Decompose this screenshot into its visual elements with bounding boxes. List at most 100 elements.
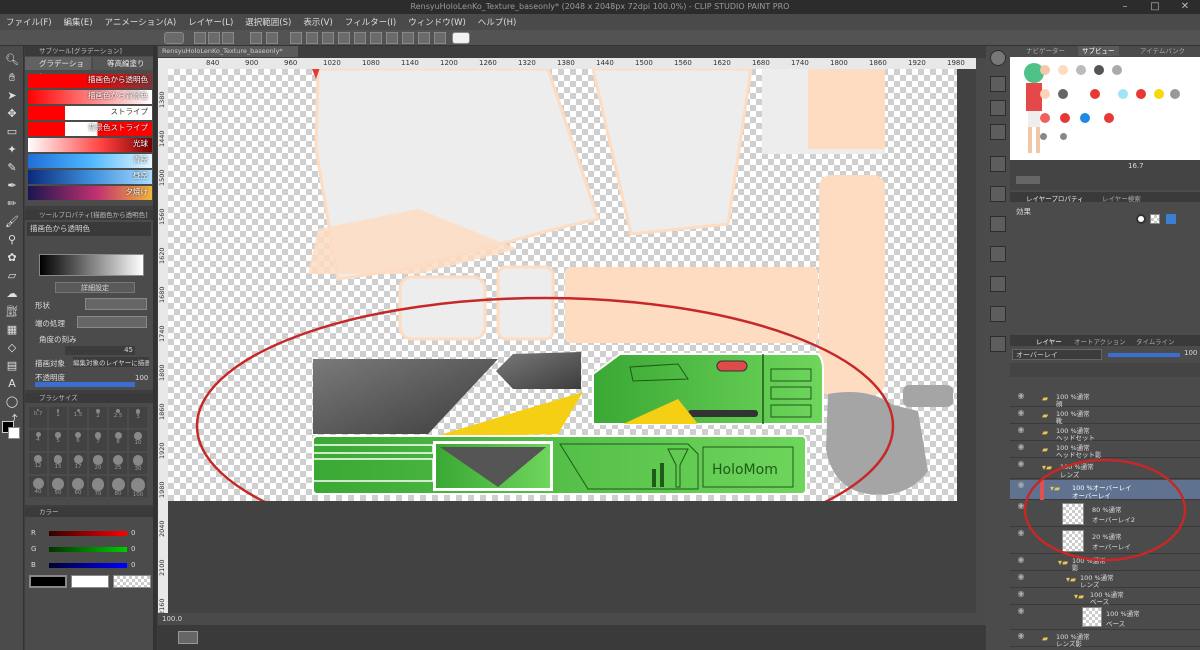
palette-swatch[interactable] [1094, 65, 1104, 75]
canvas-tab[interactable]: RensyuHoloLenKo_Texture_baseonly* [158, 46, 298, 57]
figure-tool-icon[interactable]: ◇ [4, 340, 20, 356]
sub-color-chip[interactable] [71, 575, 109, 588]
fill-icon[interactable] [322, 32, 334, 44]
menu-view[interactable]: 表示(V) [303, 16, 332, 28]
material-icon[interactable] [990, 216, 1006, 232]
eraser-icon[interactable]: ▱ [4, 268, 20, 284]
layer-row[interactable]: ◉ ▰ 100 %通常靴 [1010, 408, 1200, 425]
operation-tool-icon[interactable]: ➤ [4, 88, 20, 104]
pen-tool-icon[interactable]: ✒︎ [4, 178, 20, 194]
eye-icon[interactable]: ◉ [1016, 442, 1026, 451]
auto-select-icon[interactable]: ✦ [4, 142, 20, 158]
tab-gradient[interactable]: グラデーション [25, 57, 91, 81]
shrink-selection-icon[interactable] [354, 32, 366, 44]
layer-row[interactable]: ◉ ▰ 100 %通常顔 [1010, 391, 1200, 408]
palette-swatch[interactable] [1080, 113, 1090, 123]
texture-document[interactable]: HoloMom [168, 69, 957, 556]
text-tool-icon[interactable]: A [4, 376, 20, 392]
gradient-item[interactable]: 青空 [28, 154, 152, 168]
brush-size-cell[interactable]: 2 [89, 407, 107, 428]
tab-layer-property[interactable]: レイヤープロパティ [1026, 193, 1084, 203]
brush-size-cell[interactable]: 12 [29, 453, 47, 474]
palette-swatch[interactable] [1058, 65, 1068, 75]
gradient-item[interactable]: 昼空 [28, 170, 152, 184]
material-icon[interactable] [990, 276, 1006, 292]
brush-size-cell[interactable]: 8 [109, 430, 127, 451]
opacity-slider[interactable] [35, 382, 135, 387]
blend-mode-select[interactable]: オーバーレイ [1012, 349, 1102, 360]
tab-item-bank[interactable]: アイテムバンク [1140, 46, 1185, 56]
tab-subview[interactable]: サブビュー [1078, 46, 1119, 56]
brush-size-cell[interactable]: 50 [49, 476, 67, 497]
material-icon[interactable] [990, 306, 1006, 322]
brush-tool-icon[interactable]: 🖌︎ [4, 214, 20, 230]
material-icon[interactable] [990, 156, 1006, 172]
brush-size-cell[interactable]: 100 [129, 476, 147, 498]
tab-auto-action[interactable]: オートアクション [1074, 336, 1126, 346]
eye-icon[interactable]: ◉ [1016, 572, 1026, 581]
palette-swatch[interactable] [1112, 65, 1122, 75]
brush-size-cell[interactable]: 20 [89, 453, 107, 474]
palette-swatch[interactable] [1170, 89, 1180, 99]
zoom-tool-icon[interactable]: 🔍︎ [4, 52, 20, 68]
eyedropper-icon[interactable]: ✎ [4, 160, 20, 176]
r-slider[interactable] [49, 531, 127, 536]
gradient-preview[interactable] [39, 254, 144, 276]
sub-color-swatch[interactable] [8, 427, 20, 439]
eye-icon[interactable]: ◉ [1016, 606, 1026, 615]
angle-input[interactable]: 45 [65, 346, 135, 355]
open-file-icon[interactable] [208, 32, 220, 44]
gradient-item[interactable]: 背景色ストライプ [28, 122, 152, 136]
clip-studio-icon[interactable] [164, 32, 184, 44]
minimize-button[interactable]: – [1110, 0, 1140, 14]
blend-tool-icon[interactable]: ☁︎ [4, 286, 20, 302]
eye-icon[interactable]: ◉ [1016, 631, 1026, 640]
target-select[interactable]: 編集対象のレイヤーに描画 [73, 357, 149, 367]
detail-settings-button[interactable]: 詳細設定 [55, 282, 135, 293]
tab-timeline[interactable]: タイムライン [1136, 336, 1175, 346]
brush-size-cell[interactable]: 80 [109, 476, 127, 497]
palette-swatch[interactable] [1058, 89, 1068, 99]
redo-icon[interactable] [266, 32, 278, 44]
brush-size-cell[interactable]: 0.7 [29, 407, 47, 428]
gradient-item[interactable]: 描画色から透明色 [28, 74, 152, 88]
eye-icon[interactable]: ◉ [1016, 408, 1026, 417]
hand-tool-icon[interactable]: ✋︎ [4, 70, 20, 86]
eye-icon[interactable]: ◉ [1016, 425, 1026, 434]
layer-row[interactable]: ◉ ▰ 100 %通常 ヘッドセット [1010, 425, 1200, 442]
brush-size-cell[interactable]: 40 [29, 476, 47, 497]
layer-color-icon[interactable] [1166, 214, 1176, 224]
pencil-tool-icon[interactable]: ✏︎ [4, 196, 20, 212]
b-slider[interactable] [49, 563, 127, 568]
select-all-icon[interactable] [386, 32, 398, 44]
gradient-item[interactable]: 描画色から背景色 [28, 90, 152, 104]
snap-line-icon[interactable] [434, 32, 446, 44]
clear-outside-icon[interactable] [306, 32, 318, 44]
move-layer-icon[interactable]: ✥ [4, 106, 20, 122]
material-icon[interactable] [990, 76, 1006, 92]
brush-size-cell[interactable]: 30 [129, 453, 147, 474]
palette-swatch[interactable] [1090, 89, 1100, 99]
vertical-scrollbar[interactable] [976, 58, 986, 613]
tab-layer[interactable]: レイヤー [1036, 336, 1062, 346]
brush-size-cell[interactable]: 4 [29, 430, 47, 451]
brush-size-cell[interactable]: 70 [89, 476, 107, 497]
clear-icon[interactable] [290, 32, 302, 44]
palette-swatch[interactable] [1076, 65, 1086, 75]
balloon-tool-icon[interactable]: ◯ [4, 394, 20, 410]
horizontal-scrollbar[interactable]: 100.0 [158, 613, 986, 625]
palette-swatch[interactable] [1040, 89, 1050, 99]
brush-size-cell[interactable]: 15 [49, 453, 67, 474]
layer-row[interactable]: ◉ ▰ 100 %通常 レンズ影 [1010, 631, 1200, 648]
brush-size-cell[interactable]: 1.5 [69, 407, 87, 428]
palette-swatch[interactable] [1118, 89, 1128, 99]
menu-filter[interactable]: フィルター(I) [345, 16, 396, 28]
reference-image[interactable] [1010, 57, 1200, 161]
selection-tool-icon[interactable]: ▭ [4, 124, 20, 140]
expand-selection-icon[interactable] [338, 32, 350, 44]
frame-tool-icon[interactable]: ▤ [4, 358, 20, 374]
edge-selector[interactable] [77, 316, 147, 328]
gradient-item[interactable]: 光球 [28, 138, 152, 152]
menu-animation[interactable]: アニメーション(A) [105, 16, 177, 28]
tone-effect-icon[interactable] [1150, 214, 1160, 224]
